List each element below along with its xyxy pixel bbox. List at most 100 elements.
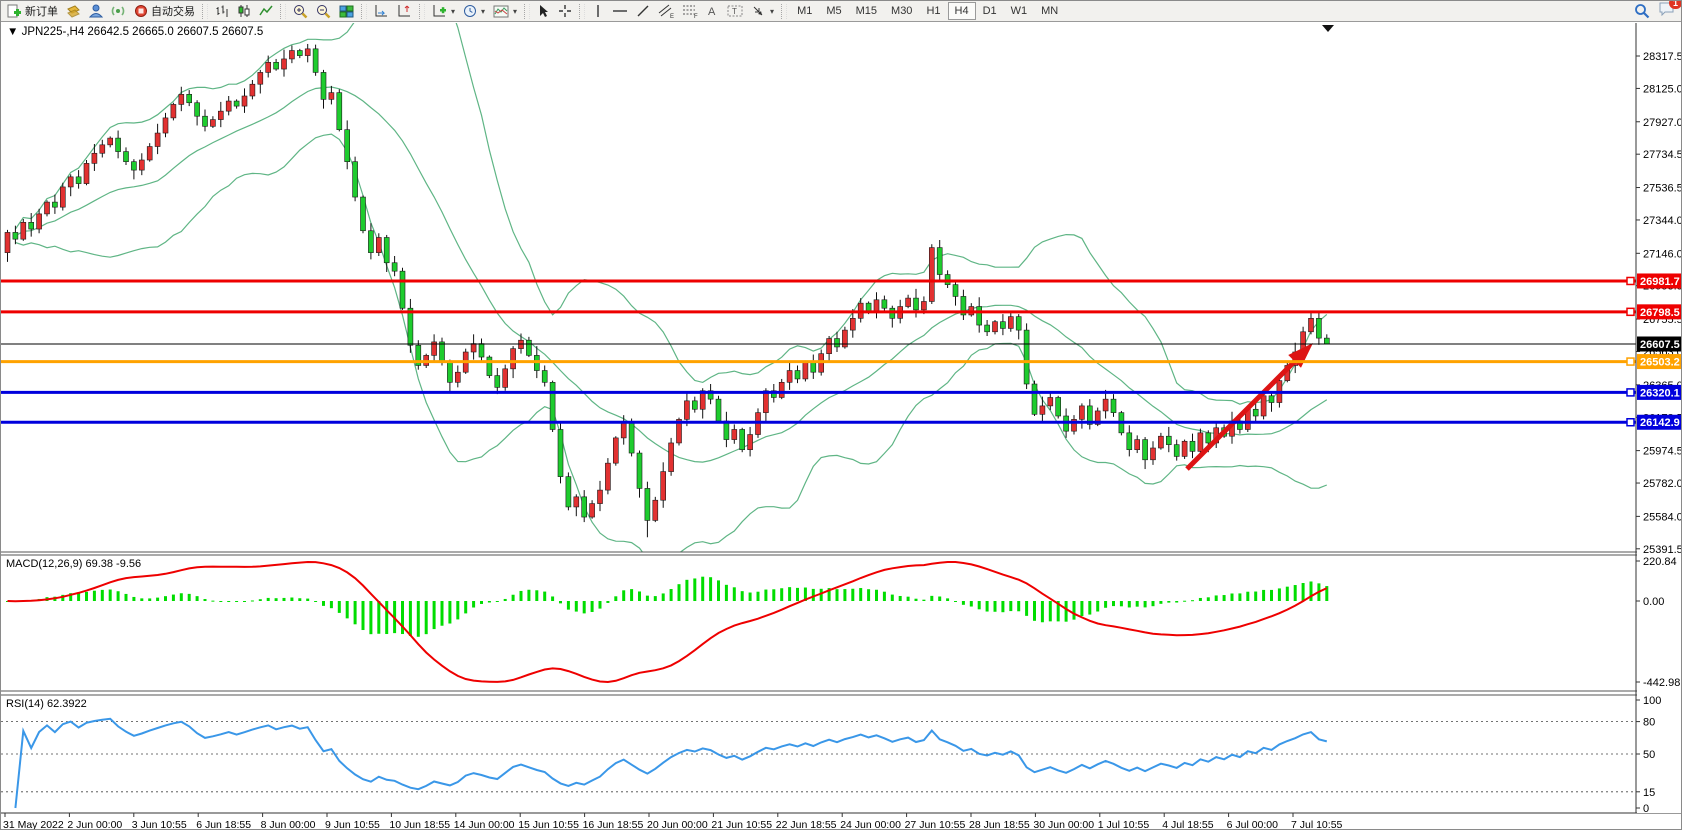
timeframe-button-H1[interactable]: H1 xyxy=(919,2,947,20)
macd-histogram-bar xyxy=(836,589,839,601)
cursor-button[interactable] xyxy=(533,2,554,21)
text-button[interactable]: A xyxy=(702,2,723,21)
candle-body xyxy=(692,401,697,409)
profile-button[interactable] xyxy=(85,2,107,21)
candle-body xyxy=(669,443,674,472)
fibonacci-button[interactable]: F xyxy=(678,2,702,21)
zoom-in-button[interactable] xyxy=(289,2,312,21)
horizontal-line-button[interactable] xyxy=(608,2,632,21)
candle-body xyxy=(779,382,784,397)
crosshair-button[interactable] xyxy=(554,2,576,21)
macd-histogram-bar xyxy=(843,589,846,601)
timeframe-button-H4[interactable]: H4 xyxy=(948,2,976,20)
price-tick-label: 28317.5 xyxy=(1643,51,1682,63)
candle-body xyxy=(1040,406,1045,414)
market-watch-button[interactable] xyxy=(62,2,85,21)
zoom-out-icon xyxy=(316,4,331,19)
macd-histogram-bar xyxy=(1302,583,1305,601)
macd-histogram-bar xyxy=(1096,601,1099,612)
text-label-button[interactable]: T xyxy=(723,2,747,21)
time-tick-label: 15 Jun 10:55 xyxy=(518,819,579,830)
price-tick-label: 25584.0 xyxy=(1643,511,1682,523)
templates-button[interactable]: ▾ xyxy=(489,2,521,21)
macd-histogram-bar xyxy=(780,588,783,601)
macd-histogram-bar xyxy=(227,601,230,602)
candle-body xyxy=(1198,433,1203,452)
macd-histogram-bar xyxy=(772,589,775,601)
indicators-button[interactable]: ▾ xyxy=(428,2,459,21)
candle-body xyxy=(5,232,10,252)
vertical-line-button[interactable] xyxy=(588,2,608,21)
candlestick-chart-button[interactable] xyxy=(233,2,255,21)
trendline-icon xyxy=(636,4,650,18)
candle-body xyxy=(368,231,373,253)
candle-body xyxy=(526,340,531,355)
macd-histogram-bar xyxy=(172,595,175,601)
time-tick-label: 3 Jun 10:55 xyxy=(132,819,187,830)
zoom-out-button[interactable] xyxy=(312,2,335,21)
macd-scale-label: -442.98 xyxy=(1643,677,1680,689)
timeframe-button-W1[interactable]: W1 xyxy=(1004,2,1035,20)
candle-body xyxy=(479,344,484,357)
line-chart-button[interactable] xyxy=(255,2,277,21)
new-order-button[interactable]: 新订单 xyxy=(3,2,62,21)
rsi-scale-label: 15 xyxy=(1643,787,1655,799)
tile-windows-button[interactable] xyxy=(335,2,358,21)
candle-body xyxy=(590,504,595,517)
shapes-button[interactable]: ▾ xyxy=(747,2,778,21)
toolbar-grip xyxy=(781,4,787,19)
timeframe-button-M5[interactable]: M5 xyxy=(819,2,848,20)
timeframe-bar: M1M5M15M30H1H4D1W1MN xyxy=(790,2,1065,20)
bar-chart-button[interactable] xyxy=(211,2,233,21)
macd-histogram-bar xyxy=(204,599,207,601)
auto-scroll-button[interactable] xyxy=(370,2,393,21)
toolbar-grip xyxy=(579,4,585,19)
candle-body xyxy=(740,429,745,449)
chart-shift-button[interactable] xyxy=(393,2,416,21)
macd-histogram-bar xyxy=(1223,595,1226,601)
macd-histogram-bar xyxy=(409,601,412,636)
search-icon[interactable] xyxy=(1634,3,1650,19)
candle-body xyxy=(914,298,919,310)
equidistant-channel-button[interactable]: E xyxy=(654,2,678,21)
chart-canvas[interactable]: 28317.528125.027927.027734.527536.527344… xyxy=(1,22,1682,830)
cursor-icon xyxy=(537,4,550,18)
auto-scroll-icon xyxy=(374,4,389,18)
macd-histogram-bar xyxy=(891,595,894,601)
macd-histogram-bar xyxy=(575,601,578,612)
hline-marker xyxy=(1627,358,1634,365)
macd-histogram-bar xyxy=(764,590,767,601)
macd-histogram-bar xyxy=(733,587,736,601)
timeframe-button-M30[interactable]: M30 xyxy=(884,2,919,20)
price-tick-label: 27146.0 xyxy=(1643,248,1682,260)
macd-histogram-bar xyxy=(283,598,286,601)
macd-histogram-bar xyxy=(662,593,665,601)
macd-histogram-bar xyxy=(788,587,791,601)
periods-button[interactable]: ▾ xyxy=(459,2,489,21)
macd-histogram-bar xyxy=(954,601,957,602)
candle-body xyxy=(906,298,911,306)
signals-button[interactable] xyxy=(107,2,130,21)
macd-histogram-bar xyxy=(109,590,112,601)
candle-body xyxy=(921,301,926,309)
macd-histogram-bar xyxy=(314,601,317,602)
notifications-button[interactable]: 1 xyxy=(1658,1,1675,21)
rsi-scale-label: 100 xyxy=(1643,695,1661,707)
candle-body xyxy=(163,118,168,133)
macd-histogram-bar xyxy=(1175,601,1178,603)
macd-histogram-bar xyxy=(875,590,878,601)
svg-text:F: F xyxy=(694,14,698,19)
price-tick-label: 25391.5 xyxy=(1643,544,1682,556)
macd-histogram-bar xyxy=(1262,590,1265,601)
macd-histogram-bar xyxy=(354,601,357,624)
timeframe-button-M15[interactable]: M15 xyxy=(849,2,884,20)
auto-trading-button[interactable]: 自动交易 xyxy=(130,2,199,21)
timeframe-button-D1[interactable]: D1 xyxy=(976,2,1004,20)
trendline-button[interactable] xyxy=(632,2,654,21)
macd-histogram-bar xyxy=(1270,590,1273,601)
timeframe-button-MN[interactable]: MN xyxy=(1034,2,1065,20)
time-tick-label: 7 Jul 10:55 xyxy=(1291,819,1343,830)
macd-histogram-bar xyxy=(614,596,617,601)
timeframe-button-M1[interactable]: M1 xyxy=(790,2,819,20)
macd-histogram-bar xyxy=(235,601,238,602)
